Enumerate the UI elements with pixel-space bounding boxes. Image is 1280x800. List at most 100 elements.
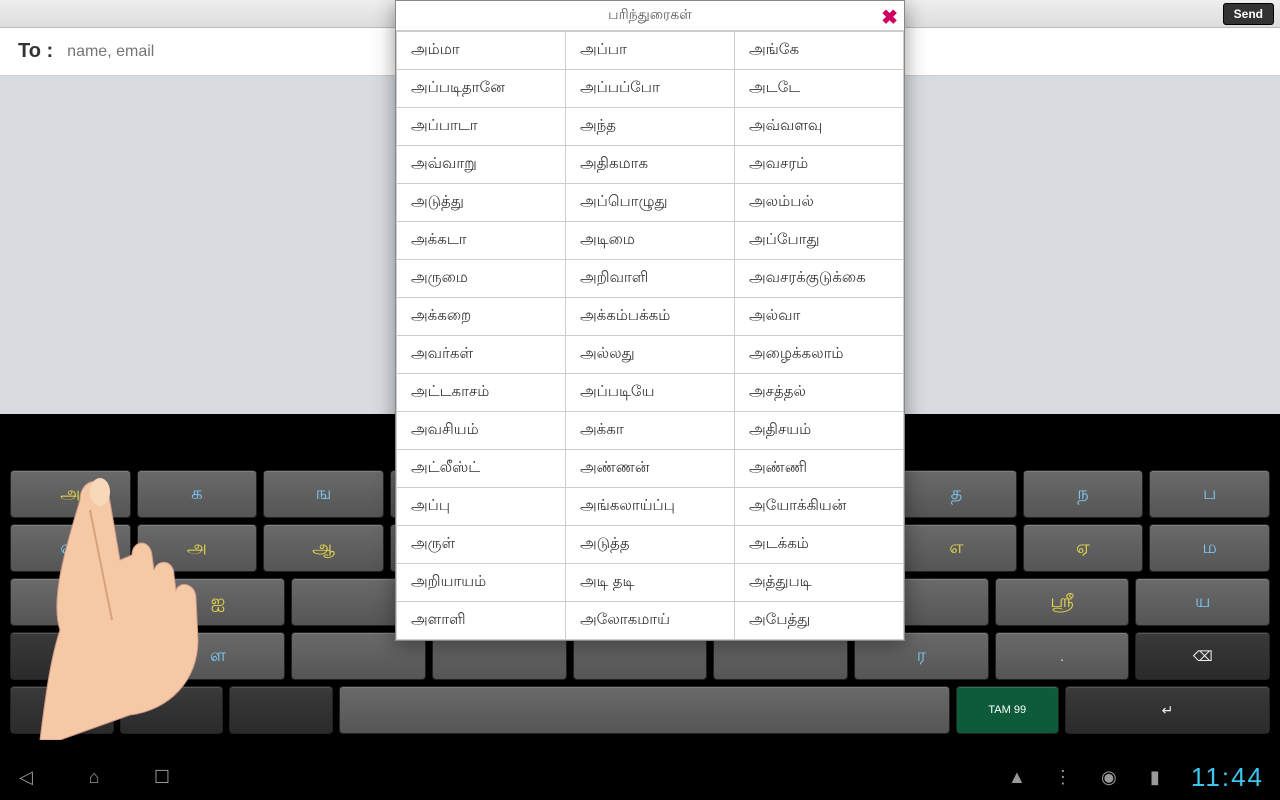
table-row: அட்லீஸ்ட்அண்ணன்அண்ணி [397,450,904,488]
suggestion-cell[interactable]: அண்ணன் [566,450,735,488]
key[interactable]: ஐ [151,578,286,626]
table-row: அறியாயம்அடி தடிஅத்துபடி [397,564,904,602]
key[interactable]: க [137,470,258,518]
suggestion-cell[interactable]: அதிகமாக [566,146,735,184]
signal-icon: ◉ [1099,767,1119,787]
suggestion-cell[interactable]: அடக்கம் [735,526,904,564]
enter-key[interactable]: ↵ [1065,686,1270,734]
key[interactable]: அ [137,524,258,572]
popup-title: பரிந்துரைகள் [608,6,692,25]
key[interactable]: ள [10,632,145,680]
backspace-key[interactable]: ⌫ [1135,632,1270,680]
home-icon[interactable]: ⌂ [84,767,104,787]
back-icon[interactable]: ◁ [16,767,36,787]
table-row: அடுத்துஅப்பொழுதுஅலம்பல் [397,184,904,222]
key-period[interactable]: . [995,632,1130,680]
suggestion-cell[interactable]: அப்பப்போ [566,70,735,108]
table-row: அட்டகாசம்அப்படியேஅசத்தல் [397,374,904,412]
key[interactable]: ந [1023,470,1144,518]
suggestions-table: அம்மாஅப்பாஅங்கேஅப்படிதானேஅப்பப்போஅடடேஅப்… [396,31,904,640]
table-row: அருள்அடுத்தஅடக்கம் [397,526,904,564]
suggestion-cell[interactable]: அப்போது [735,222,904,260]
suggestion-cell[interactable]: அலம்பல் [735,184,904,222]
suggestion-cell[interactable]: அப்படிதானே [397,70,566,108]
suggestion-cell[interactable]: அட்டகாசம் [397,374,566,412]
suggestion-cell[interactable]: அடி தடி [566,564,735,602]
key[interactable] [229,686,333,734]
suggestion-cell[interactable]: அடுத்த [566,526,735,564]
suggestion-cell[interactable]: அழைக்கலாம் [735,336,904,374]
suggestions-popup: பரிந்துரைகள் ✖ அம்மாஅப்பாஅங்கேஅப்படிதானே… [395,0,905,641]
key[interactable]: ஆ [263,524,384,572]
key[interactable]: எ [896,524,1017,572]
close-icon[interactable]: ✖ [881,5,898,30]
key[interactable]: ள [151,632,286,680]
keyboard-row-5: 123 TAM 99 ↵ [10,686,1270,734]
suggestion-cell[interactable]: அட்லீஸ்ட் [397,450,566,488]
suggestion-cell[interactable]: அக்கம்பக்கம் [566,298,735,336]
suggestion-cell[interactable]: அருமை [397,260,566,298]
suggestion-cell[interactable]: அத்துபடி [735,564,904,602]
table-row: அம்மாஅப்பாஅங்கே [397,32,904,70]
suggestion-cell[interactable]: அப்பு [397,488,566,526]
suggestion-cell[interactable]: அவசரம் [735,146,904,184]
table-row: அவசியம்அக்காஅதிசயம் [397,412,904,450]
table-row: அளாளிஅலோகமாய்அபேத்து [397,602,904,640]
suggestion-cell[interactable]: அண்ணி [735,450,904,488]
recent-apps-icon[interactable]: ☐ [152,767,172,787]
numbers-key[interactable]: 123 [10,686,114,734]
wifi-icon: ⋮ [1053,767,1073,787]
suggestion-cell[interactable]: அடுத்து [397,184,566,222]
suggestion-cell[interactable]: அவசரக்குடுக்கை [735,260,904,298]
suggestion-cell[interactable]: அக்கடா [397,222,566,260]
suggestion-cell[interactable]: அறியாயம் [397,564,566,602]
popup-header: பரிந்துரைகள் ✖ [396,1,904,31]
key[interactable]: ய [1135,578,1270,626]
suggestion-cell[interactable]: அயோக்கியன் [735,488,904,526]
suggestion-cell[interactable]: அபேத்து [735,602,904,640]
clock[interactable]: 11:44 [1191,762,1264,793]
key[interactable]: ஐ [10,578,145,626]
suggestion-cell[interactable]: அக்கறை [397,298,566,336]
suggestion-cell[interactable]: அங்கலாய்ப்பு [566,488,735,526]
suggestion-cell[interactable]: அடிமை [566,222,735,260]
key[interactable]: ஏ [1023,524,1144,572]
suggestion-cell[interactable]: அவர்கள் [397,336,566,374]
key[interactable]: ஸ்ரீ [995,578,1130,626]
suggestion-cell[interactable]: அடடே [735,70,904,108]
table-row: அப்புஅங்கலாய்ப்புஅயோக்கியன் [397,488,904,526]
space-key[interactable] [339,686,950,734]
key[interactable]: ஷ [10,524,131,572]
language-key[interactable]: TAM 99 [956,686,1060,734]
suggestion-cell[interactable]: அங்கே [735,32,904,70]
suggestion-cell[interactable]: அறிவாளி [566,260,735,298]
suggestion-cell[interactable]: அளாளி [397,602,566,640]
to-label: To : [18,40,53,63]
key[interactable]: ம [1149,524,1270,572]
suggestion-cell[interactable]: அவசியம் [397,412,566,450]
key[interactable] [120,686,224,734]
suggestion-cell[interactable]: அப்பாடா [397,108,566,146]
suggestion-cell[interactable]: அப்பா [566,32,735,70]
suggestion-cell[interactable]: அக்கா [566,412,735,450]
table-row: அக்கடாஅடிமைஅப்போது [397,222,904,260]
send-button[interactable]: Send [1223,3,1274,25]
suggestion-cell[interactable]: அம்மா [397,32,566,70]
suggestion-cell[interactable]: அல்லது [566,336,735,374]
suggestion-cell[interactable]: அசத்தல் [735,374,904,412]
key[interactable]: ங [263,470,384,518]
key[interactable]: த [896,470,1017,518]
suggestion-cell[interactable]: அல்வா [735,298,904,336]
suggestion-cell[interactable]: அதிசயம் [735,412,904,450]
table-row: அப்பாடாஅந்தஅவ்வளவு [397,108,904,146]
suggestion-cell[interactable]: அப்படியே [566,374,735,412]
suggestion-cell[interactable]: அலோகமாய் [566,602,735,640]
key[interactable]: ப [1149,470,1270,518]
key[interactable]: அ [10,470,131,518]
suggestion-cell[interactable]: அந்த [566,108,735,146]
suggestion-cell[interactable]: அவ்வளவு [735,108,904,146]
system-navbar: ◁ ⌂ ☐ ▲ ⋮ ◉ ▮ 11:44 [0,754,1280,800]
suggestion-cell[interactable]: அப்பொழுது [566,184,735,222]
suggestion-cell[interactable]: அவ்வாறு [397,146,566,184]
suggestion-cell[interactable]: அருள் [397,526,566,564]
